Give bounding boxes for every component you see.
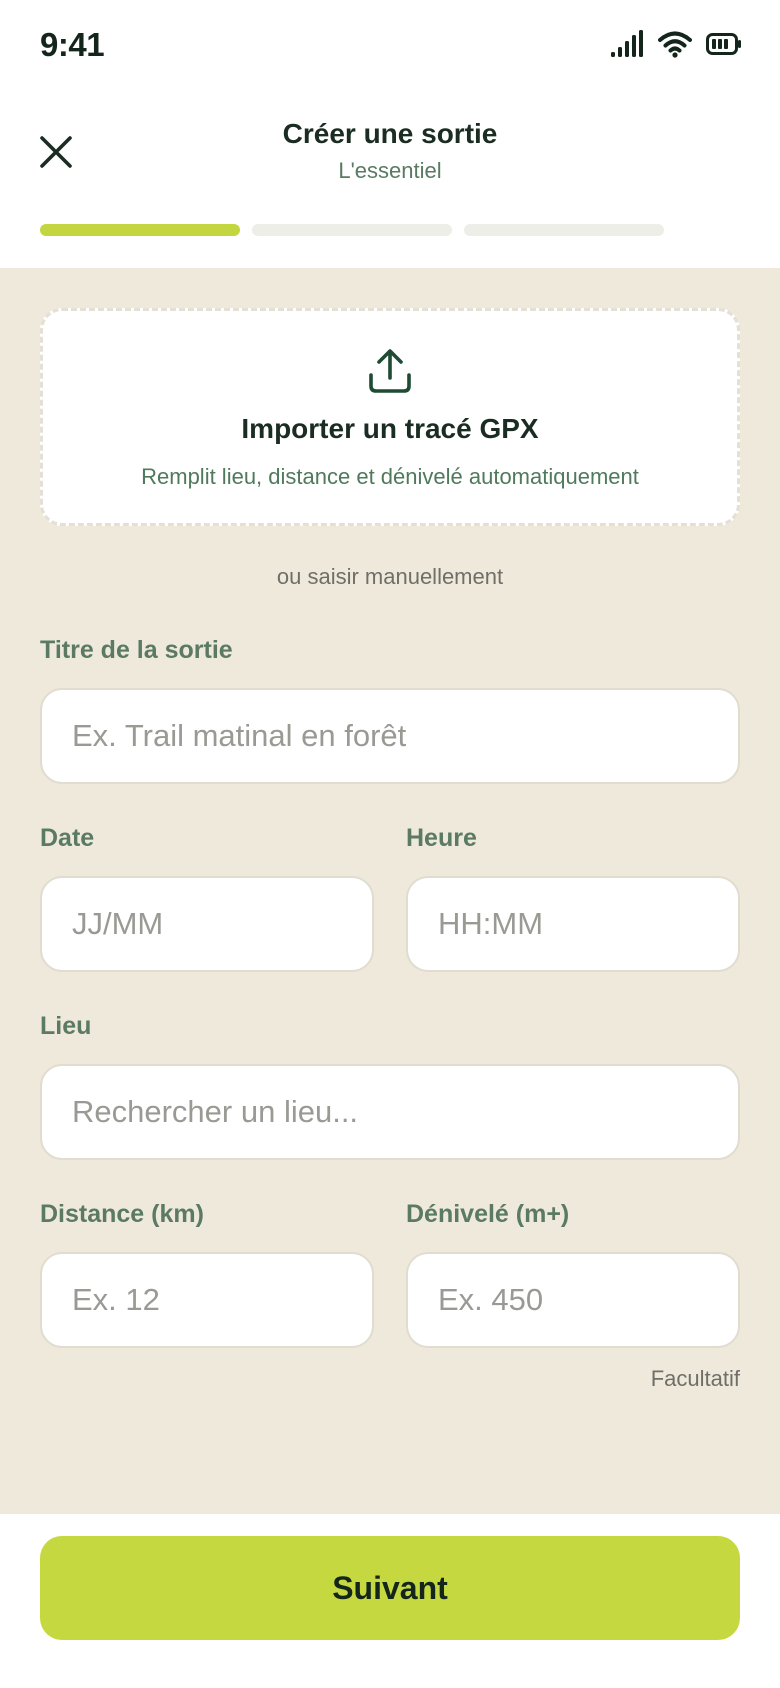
gpx-import-title: Importer un tracé GPX: [241, 413, 539, 444]
elevation-input[interactable]: [406, 1252, 740, 1348]
status-bar: 9:41: [0, 0, 780, 96]
page-title: Créer une sortie: [282, 118, 498, 149]
place-label: Lieu: [40, 1012, 92, 1040]
battery-icon: [706, 33, 741, 55]
gpx-import-button[interactable]: Importer un tracé GPX Remplit lieu, dist…: [40, 308, 740, 526]
progress-step-3: [464, 224, 664, 236]
step-progress-bar: [40, 224, 664, 236]
manual-entry-divider: ou saisir manuellement: [276, 564, 504, 589]
time-input[interactable]: [406, 876, 740, 972]
progress-step-2: [252, 224, 452, 236]
footer: Suivant: [0, 1514, 780, 1688]
time-label: Heure: [406, 824, 477, 852]
header: Créer une sortie L'essentiel: [0, 96, 780, 268]
distance-input[interactable]: [40, 1252, 374, 1348]
status-icons: [610, 30, 742, 58]
date-input[interactable]: [40, 876, 374, 972]
place-search-input[interactable]: [40, 1064, 740, 1160]
title-input[interactable]: [40, 688, 740, 784]
gpx-import-subtitle: Remplit lieu, distance et dénivelé autom…: [141, 464, 639, 489]
next-button[interactable]: Suivant: [40, 1536, 740, 1640]
distance-label: Distance (km): [40, 1200, 204, 1228]
status-time: 9:41: [40, 26, 105, 63]
wifi-icon: [658, 31, 692, 58]
cellular-signal-icon: [611, 30, 643, 57]
date-label: Date: [40, 824, 95, 852]
title-label: Titre de la sortie: [40, 636, 233, 664]
elevation-label: Dénivelé (m+): [406, 1200, 570, 1228]
upload-icon: [369, 349, 411, 393]
progress-step-1: [40, 224, 240, 236]
form-content: Importer un tracé GPX Remplit lieu, dist…: [0, 268, 780, 1514]
page-subtitle: L'essentiel: [338, 158, 442, 183]
optional-note: Facultatif: [650, 1366, 740, 1391]
